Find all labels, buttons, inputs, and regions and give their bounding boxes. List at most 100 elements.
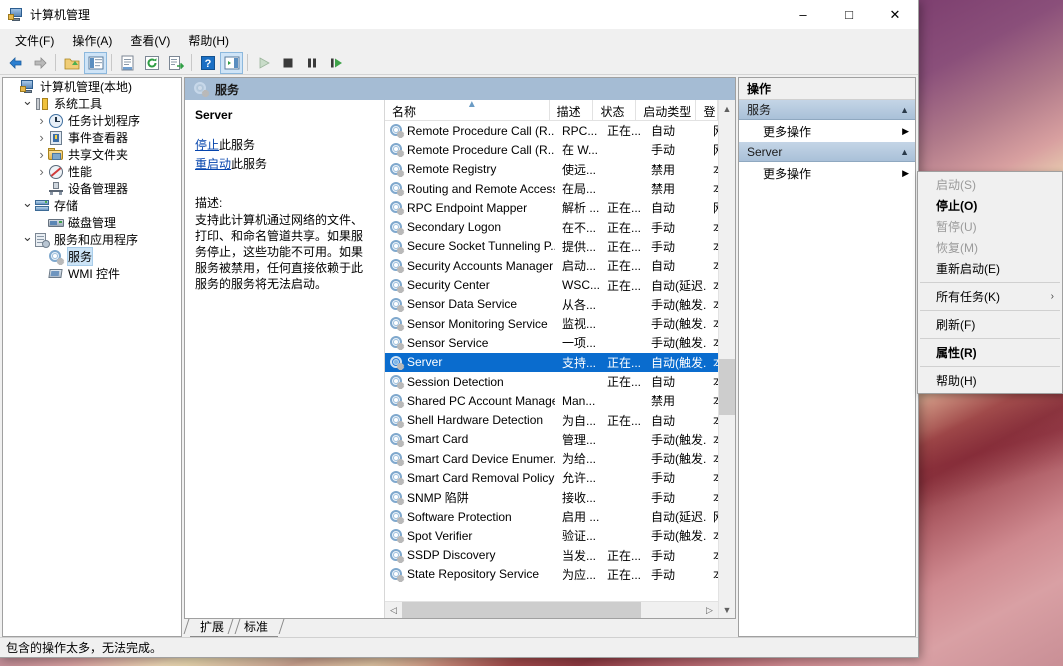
horizontal-scrollbar[interactable]: ◁ ▷ [385,601,718,618]
service-row[interactable]: Remote Procedure Call (R...RPC...正在...自动… [385,121,718,140]
hscroll-thumb[interactable] [402,602,641,619]
tree-twisty-icon[interactable] [35,113,48,128]
service-row[interactable]: Security Accounts Manager启动...正在...自动本 [385,256,718,275]
close-button[interactable]: ✕ [872,0,918,29]
help-icon[interactable]: ? [196,52,219,74]
scroll-up-arrow-icon[interactable]: ▲ [719,100,736,117]
more-actions-services[interactable]: 更多操作▶ [739,120,915,142]
service-row[interactable]: Secondary Logon在不...正在...手动本 [385,217,718,236]
actions-group-services[interactable]: 服务▲ [739,100,915,120]
ctx-stop[interactable]: 停止(O) [918,195,1062,216]
service-context-menu[interactable]: 启动(S)停止(O)暂停(U)恢复(M)重新启动(E)所有任务(K)›刷新(F)… [917,171,1063,394]
back-icon[interactable] [4,52,27,74]
service-row[interactable]: Secure Socket Tunneling P...提供...正在...手动… [385,237,718,256]
vertical-scrollbar[interactable]: ▲ ▼ [718,100,735,618]
service-row[interactable]: Routing and Remote Access在局...禁用本 [385,179,718,198]
start-service-icon[interactable] [252,52,275,74]
tab-extended[interactable]: 扩展 [190,618,234,637]
service-row[interactable]: SSDP Discovery当发...正在...手动本 [385,546,718,565]
computer-management-icon [8,7,24,23]
forward-icon[interactable] [28,52,51,74]
menu-action[interactable]: 操作(A) [63,29,121,52]
export-list-icon[interactable] [164,52,187,74]
ctx-all-tasks[interactable]: 所有任务(K)› [918,286,1062,307]
menu-help[interactable]: 帮助(H) [179,29,238,52]
service-row[interactable]: Remote Registry使远...禁用本 [385,160,718,179]
service-row[interactable]: Software Protection启用 ...自动(延迟...网 [385,507,718,526]
vscroll-thumb[interactable] [719,359,736,415]
cell-startup: 手动(触发... [644,315,706,332]
console-tree-pane[interactable]: 计算机管理(本地)系统工具任务计划程序事件查看器共享文件夹性能设备管理器存储磁盘… [2,77,182,637]
service-row[interactable]: Smart Card Removal Policy允许...手动本 [385,468,718,487]
menu-view[interactable]: 查看(V) [121,29,179,52]
restart-service-icon[interactable] [324,52,347,74]
service-row[interactable]: Security CenterWSC...正在...自动(延迟...本 [385,275,718,294]
tree-services[interactable]: 服务 [3,248,181,265]
service-row[interactable]: Sensor Monitoring Service监视...手动(触发...本 [385,314,718,333]
services-list-rows[interactable]: Remote Procedure Call (R...RPC...正在...自动… [385,121,718,601]
tree-services-and-applications[interactable]: 服务和应用程序 [3,231,181,248]
column-header-1[interactable]: 描述 [550,100,594,120]
ctx-restart[interactable]: 重新启动(E) [918,258,1062,279]
tree-storage[interactable]: 存储 [3,197,181,214]
ctx-refresh[interactable]: 刷新(F) [918,314,1062,335]
ctx-help[interactable]: 帮助(H) [918,370,1062,391]
maximize-button[interactable]: □ [826,0,872,29]
properties-icon[interactable] [116,52,139,74]
scroll-right-arrow-icon[interactable]: ▷ [701,602,718,619]
column-header-0[interactable]: 名称▲ [385,100,550,120]
service-row[interactable]: Sensor Service一项...手动(触发...本 [385,333,718,352]
service-row[interactable]: RPC Endpoint Mapper解析 ...正在...自动网 [385,198,718,217]
service-row[interactable]: Session Detection正在...自动本 [385,372,718,391]
hscroll-track[interactable] [402,602,701,619]
service-row[interactable]: Shared PC Account ManagerMan...禁用本 [385,391,718,410]
tree-twisty-icon[interactable] [35,164,48,179]
menu-file[interactable]: 文件(F) [6,29,63,52]
up-folder-icon[interactable] [60,52,83,74]
service-row[interactable]: SNMP 陷阱接收...手动本 [385,488,718,507]
service-row[interactable]: Sensor Data Service从各...手动(触发...本 [385,295,718,314]
refresh-icon[interactable] [140,52,163,74]
tree-item-label: 事件查看器 [68,129,128,146]
stop-service-icon[interactable] [276,52,299,74]
action-item-label: 更多操作 [763,123,811,140]
tree-wmi-control[interactable]: WMI 控件 [3,265,181,282]
column-header-4[interactable]: 登 [696,100,718,120]
actions-group-server[interactable]: Server▲ [739,142,915,162]
service-row[interactable]: Smart Card管理...手动(触发...本 [385,430,718,449]
tree-twisty-icon[interactable] [21,232,34,248]
minimize-button[interactable]: – [780,0,826,29]
scroll-down-arrow-icon[interactable]: ▼ [719,601,736,618]
vscroll-track[interactable] [719,117,736,601]
restart-service-link[interactable]: 重启动 [195,157,231,171]
tree-shared-folders[interactable]: 共享文件夹 [3,146,181,163]
ctx-properties[interactable]: 属性(R) [918,342,1062,363]
tree-twisty-icon[interactable] [21,96,34,112]
service-row[interactable]: Shell Hardware Detection为自...正在...自动本 [385,410,718,429]
tree-event-viewer[interactable]: 事件查看器 [3,129,181,146]
pause-service-icon[interactable] [300,52,323,74]
service-row[interactable]: Remote Procedure Call (R...在 W...手动网 [385,140,718,159]
tree-system-tools[interactable]: 系统工具 [3,95,181,112]
show-action-pane-icon[interactable] [220,52,243,74]
tree-twisty-icon[interactable] [35,147,48,162]
tree-task-scheduler[interactable]: 任务计划程序 [3,112,181,129]
services-list-pane[interactable]: 名称▲描述状态启动类型登 Remote Procedure Call (R...… [385,100,718,618]
service-row[interactable]: Server支持...正在...自动(触发...本 [385,353,718,372]
more-actions-server[interactable]: 更多操作▶ [739,162,915,184]
stop-service-link[interactable]: 停止 [195,138,219,152]
tree-performance[interactable]: 性能 [3,163,181,180]
service-row[interactable]: State Repository Service为应...正在...手动本 [385,565,718,584]
scroll-left-arrow-icon[interactable]: ◁ [385,602,402,619]
collapse-caret-icon[interactable]: ▲ [900,105,909,115]
service-row[interactable]: Spot Verifier验证...手动(触发...本 [385,526,718,545]
service-row[interactable]: Smart Card Device Enumer...为给...手动(触发...… [385,449,718,468]
show-hide-tree-icon[interactable] [84,52,107,74]
column-header-2[interactable]: 状态 [593,100,636,120]
tree-twisty-icon[interactable] [35,130,48,145]
column-header-3[interactable]: 启动类型 [636,100,696,120]
tab-standard[interactable]: 标准 [234,618,278,637]
collapse-caret-icon[interactable]: ▲ [900,147,909,157]
tree-twisty-icon[interactable] [21,198,34,214]
cell-logon: 本 [706,180,718,197]
